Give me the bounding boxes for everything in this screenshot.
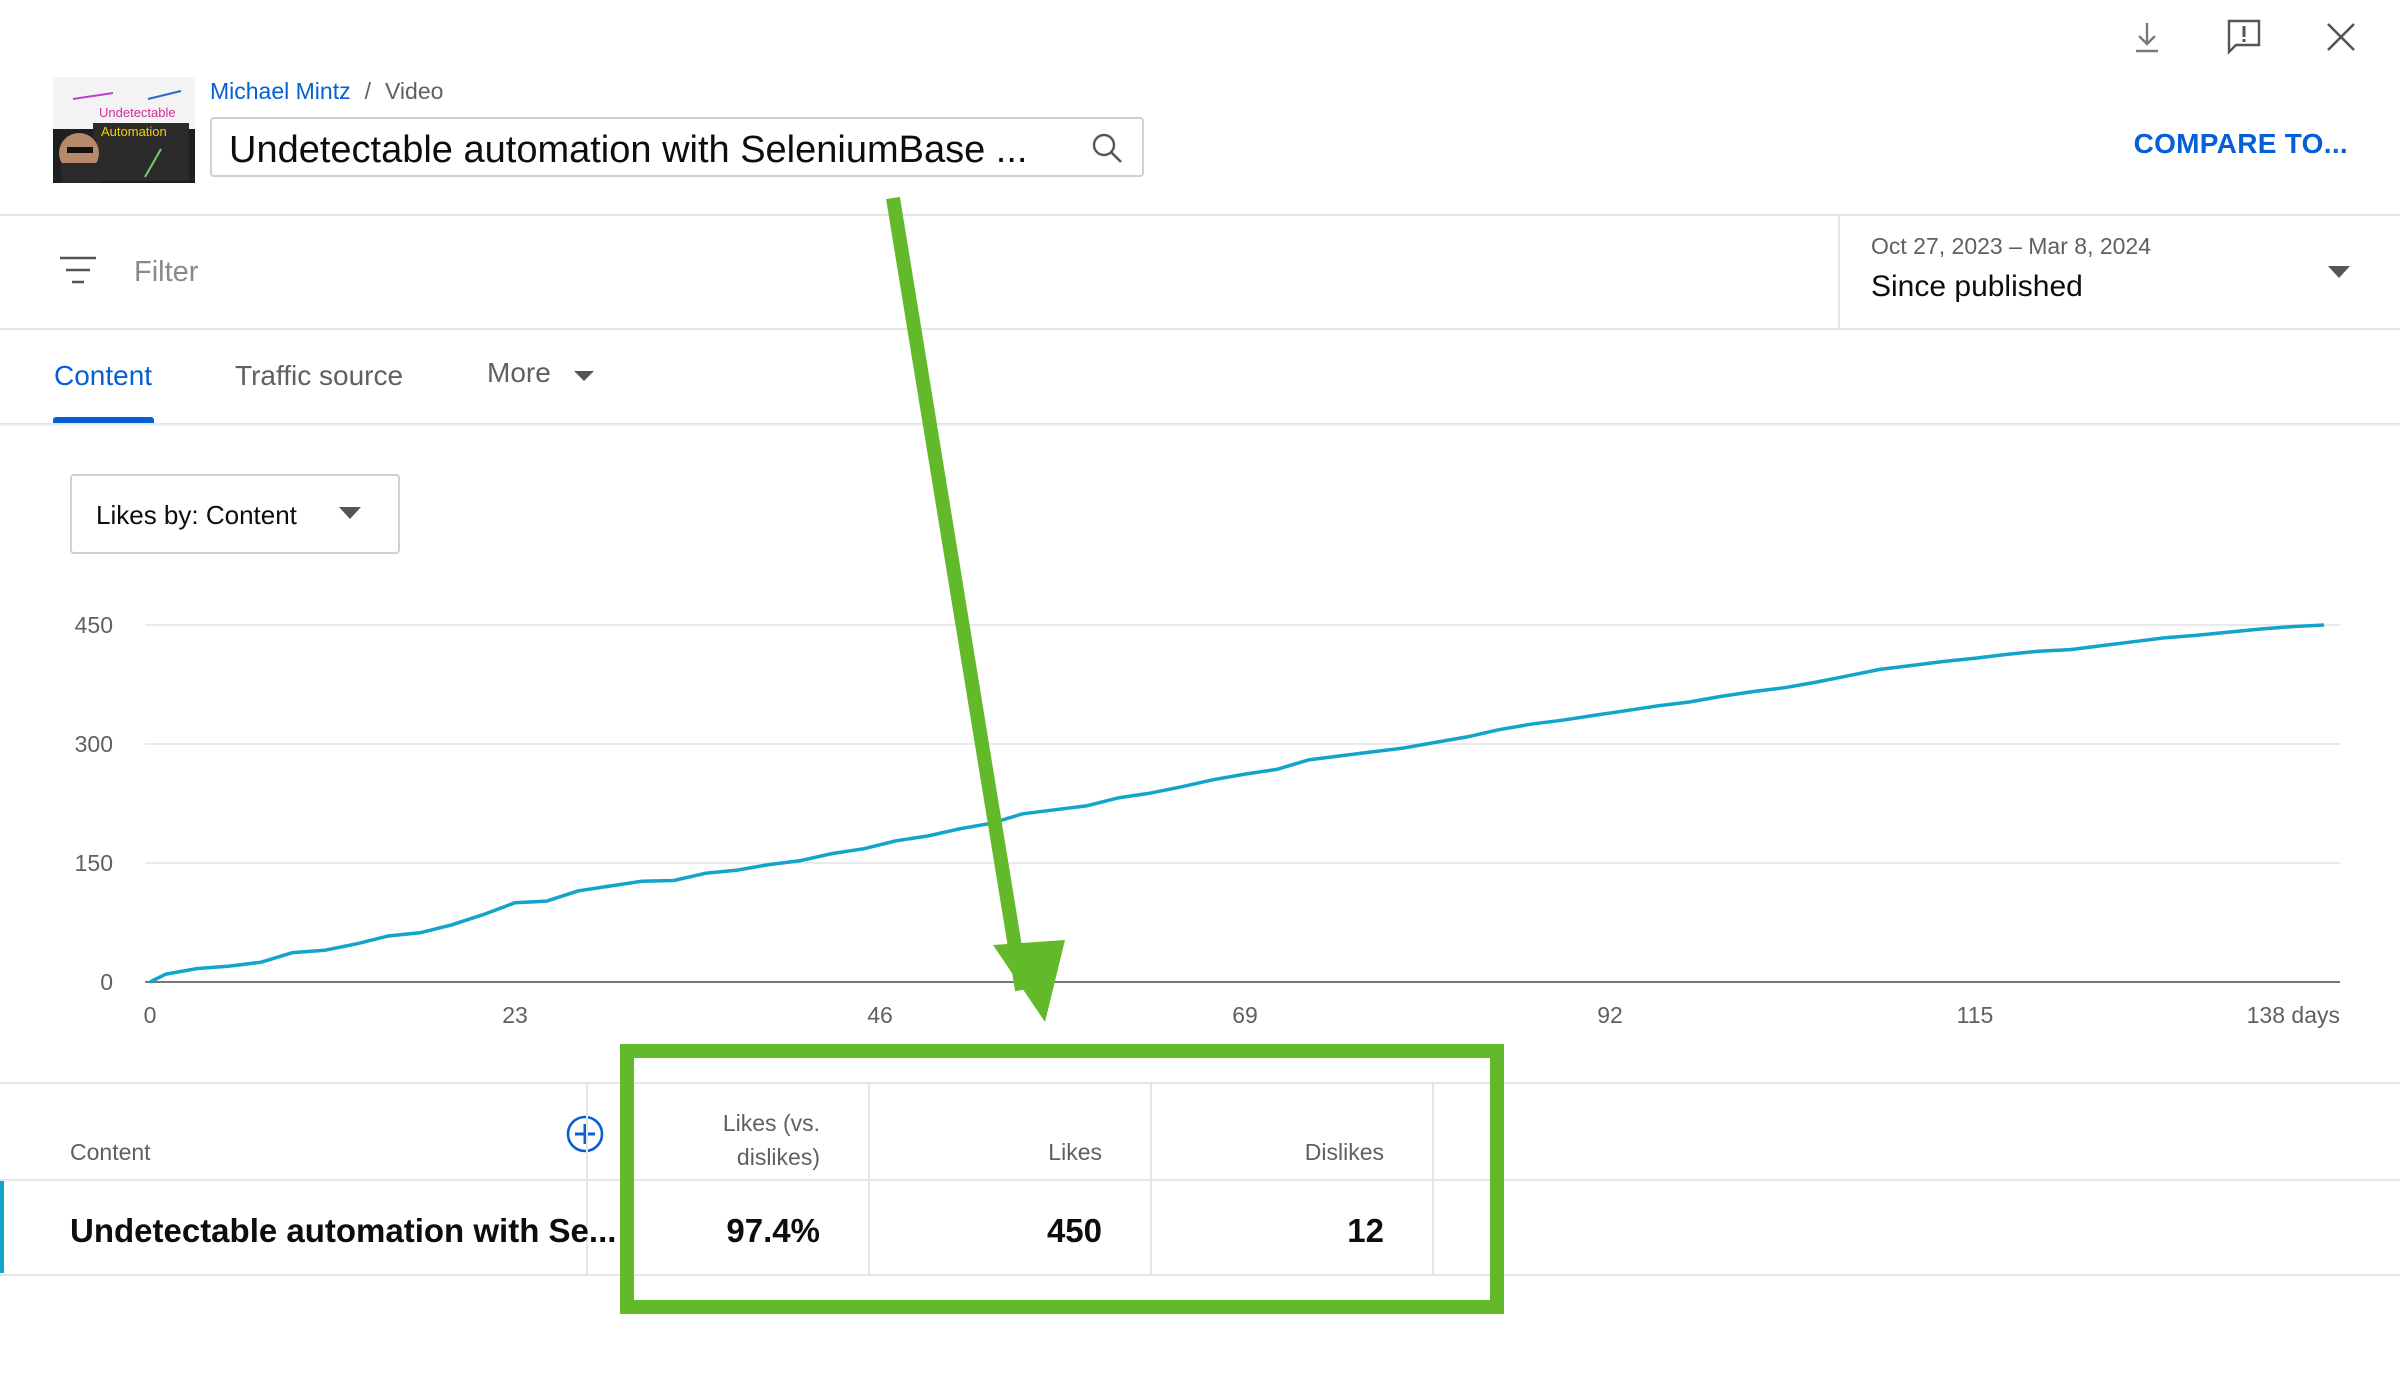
breadcrumb: Michael Mintz / Video [210,78,443,105]
tab-more[interactable]: More [487,357,595,389]
tab-traffic-source[interactable]: Traffic source [235,360,403,392]
video-selector[interactable]: Undetectable automation with SeleniumBas… [210,117,1144,177]
video-thumbnail[interactable]: Undetectable Automation [53,77,195,183]
x-tick-label: 138 days [2247,1002,2340,1028]
chevron-down-icon [338,506,362,525]
close-icon[interactable] [2318,14,2364,60]
table-row-content-title[interactable]: Undetectable automation with Se... [70,1212,616,1250]
date-range[interactable]: Oct 27, 2023 – Mar 8, 2024 [1871,233,2151,260]
x-tick-label: 0 [144,1002,157,1028]
tab-content[interactable]: Content [54,360,152,392]
tab-more-label: More [487,357,551,388]
svg-text:Automation: Automation [101,124,167,139]
x-tick-label: 23 [502,1002,528,1028]
x-tick-label: 69 [1232,1002,1258,1028]
metric-label: Likes by: Content [96,500,297,530]
y-tick-label: 0 [100,969,113,995]
channel-link[interactable]: Michael Mintz [210,78,351,105]
x-tick-label: 92 [1597,1002,1623,1028]
metric-dropdown[interactable]: Likes by: Content [70,474,400,554]
filter-input[interactable]: Filter [134,256,198,289]
y-tick-label: 300 [75,731,113,757]
highlight-box [620,1044,1504,1314]
chevron-down-icon [573,371,594,381]
download-icon[interactable] [2124,14,2170,60]
date-period[interactable]: Since published [1871,270,2083,304]
chevron-down-icon[interactable] [2327,265,2351,284]
likes-line-chart: 0 150 300 450 0 23 46 69 92 115 138 days [75,612,2340,1028]
likes-series-line [149,623,2325,984]
filter-icon[interactable] [58,254,98,291]
compare-to-button[interactable]: COMPARE TO... [2134,128,2348,160]
video-title: Undetectable automation with SeleniumBas… [229,129,1028,171]
divider [0,328,2400,330]
row-selection-indicator [0,1181,4,1273]
x-tick-label: 115 [1957,1002,1994,1028]
breadcrumb-type: Video [385,78,444,104]
y-tick-label: 450 [75,612,113,638]
divider [0,214,2400,216]
breadcrumb-separator: / [364,78,371,104]
y-tick-label: 150 [75,850,113,876]
x-tick-label: 46 [867,1002,893,1028]
column-header-content[interactable]: Content [70,1139,151,1166]
feedback-icon[interactable] [2221,14,2267,60]
svg-text:Undetectable: Undetectable [99,105,176,120]
add-column-icon[interactable] [565,1114,605,1159]
divider [0,423,2400,426]
divider [1838,215,1840,329]
search-icon[interactable] [1090,131,1124,170]
